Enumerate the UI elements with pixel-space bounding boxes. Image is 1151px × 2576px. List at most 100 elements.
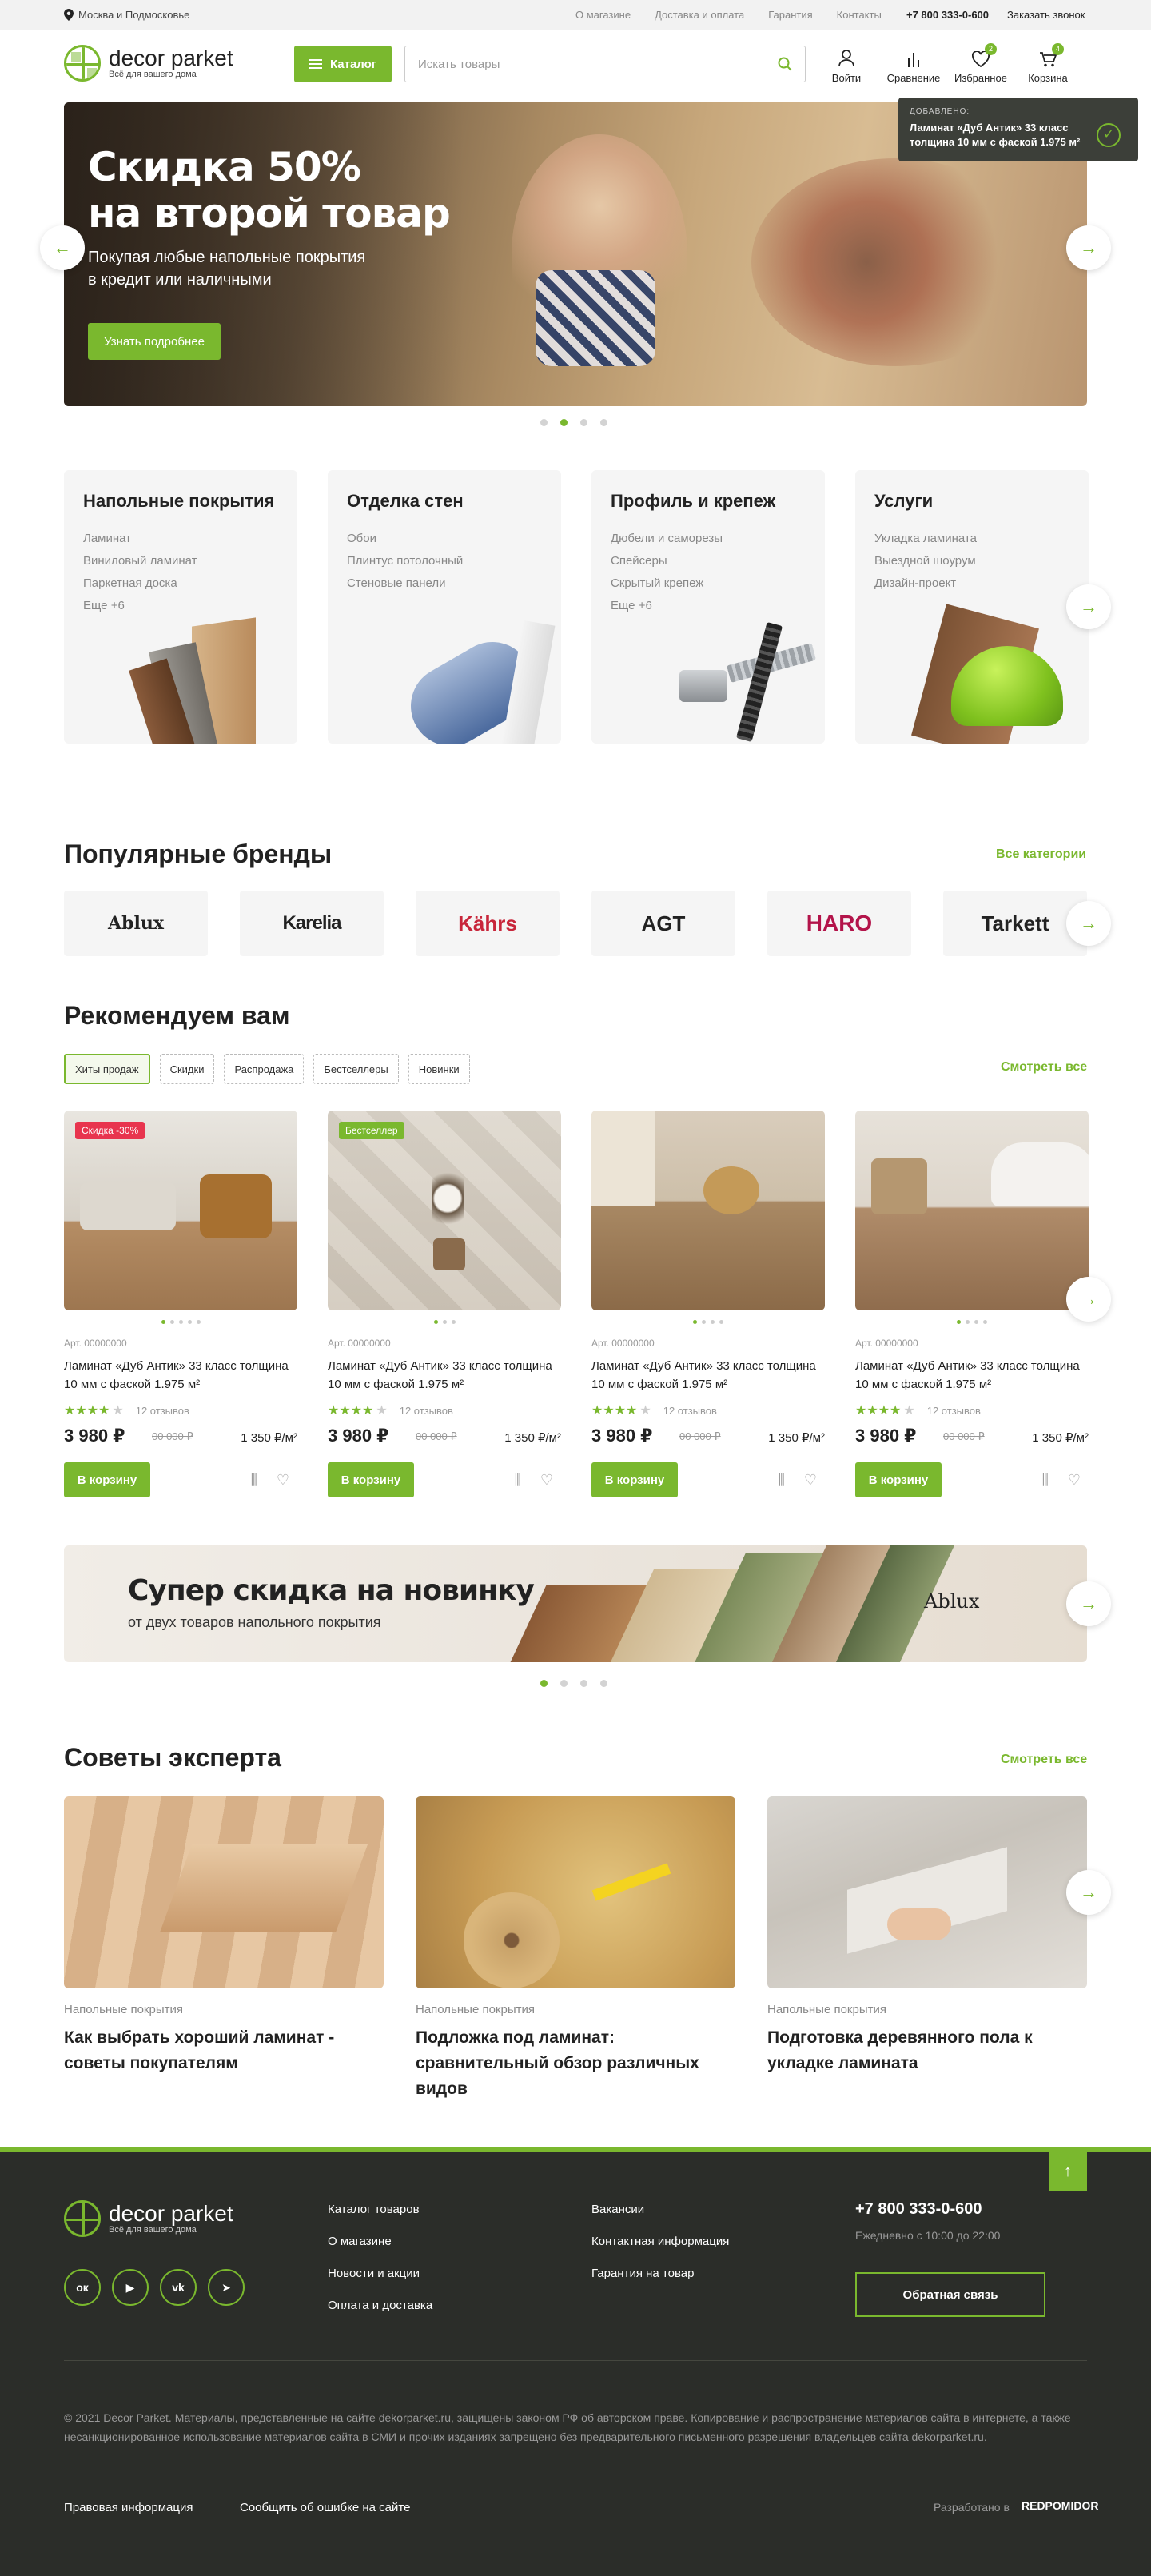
category-link[interactable]: Плинтус потолочный bbox=[347, 550, 463, 572]
product-reviews[interactable]: 12 отзывов bbox=[400, 1405, 453, 1417]
region-selector[interactable]: Москва и Подмосковье bbox=[64, 9, 189, 21]
promo-dot[interactable] bbox=[560, 1680, 568, 1687]
compare-icon[interactable]: ⫼ bbox=[1042, 1472, 1049, 1489]
heart-icon[interactable]: ♡ bbox=[277, 1472, 289, 1489]
recommend-see-all[interactable]: Смотреть все bbox=[1001, 1060, 1087, 1075]
filter-hits[interactable]: Хиты продаж bbox=[64, 1054, 150, 1084]
products-next-button[interactable]: → bbox=[1066, 1277, 1111, 1322]
category-card-floor[interactable]: Напольные покрытия Ламинат Виниловый лам… bbox=[64, 470, 297, 744]
heart-icon[interactable]: ♡ bbox=[1068, 1472, 1081, 1489]
promo-dot[interactable] bbox=[600, 1680, 607, 1687]
youtube-icon[interactable]: ▶ bbox=[112, 2269, 149, 2306]
footer-link-payment[interactable]: Оплата и доставка bbox=[328, 2290, 432, 2322]
article-category[interactable]: Напольные покрытия bbox=[64, 2003, 183, 2016]
scroll-top-button[interactable]: ↑ bbox=[1049, 2152, 1087, 2191]
article-title[interactable]: Как выбрать хороший ламинат - советы пок… bbox=[64, 2025, 384, 2076]
search-icon[interactable] bbox=[778, 57, 792, 71]
product-reviews[interactable]: 12 отзывов bbox=[927, 1405, 981, 1417]
product-reviews[interactable]: 12 отзывов bbox=[663, 1405, 717, 1417]
brand-card[interactable]: Karelia bbox=[240, 891, 384, 956]
filter-discounts[interactable]: Скидки bbox=[159, 1054, 215, 1084]
add-to-cart-button[interactable]: В корзину bbox=[64, 1462, 150, 1497]
article-image[interactable] bbox=[64, 1796, 384, 1988]
article-card[interactable]: Напольные покрытия Подготовка деревянног… bbox=[767, 1796, 1087, 2076]
hero-dot[interactable] bbox=[540, 419, 548, 426]
brand-card[interactable]: HARO bbox=[767, 891, 911, 956]
brand-card[interactable]: AGT bbox=[591, 891, 735, 956]
top-link-contacts[interactable]: Контакты bbox=[837, 9, 882, 21]
category-link[interactable]: Еще +6 bbox=[83, 595, 197, 617]
vk-icon[interactable]: vk bbox=[160, 2269, 197, 2306]
footer-link-warranty[interactable]: Гарантия на товар bbox=[591, 2258, 729, 2290]
articles-next-button[interactable]: → bbox=[1066, 1870, 1111, 1915]
product-name[interactable]: Ламинат «Дуб Антик» 33 класс толщина 10 … bbox=[64, 1357, 297, 1394]
promo-dot-active[interactable] bbox=[540, 1680, 548, 1687]
footer-link-contacts[interactable]: Контактная информация bbox=[591, 2226, 729, 2258]
category-link[interactable]: Ламинат bbox=[83, 528, 197, 550]
callback-link[interactable]: Заказать звонок bbox=[1007, 9, 1085, 21]
add-to-cart-button[interactable]: В корзину bbox=[591, 1462, 678, 1497]
add-to-cart-button[interactable]: В корзину bbox=[328, 1462, 414, 1497]
top-phone[interactable]: +7 800 333-0-600 bbox=[906, 9, 989, 21]
brands-all-link[interactable]: Все категории bbox=[996, 847, 1086, 862]
heart-icon[interactable]: ♡ bbox=[804, 1472, 817, 1489]
expert-see-all[interactable]: Смотреть все bbox=[1001, 1753, 1087, 1767]
category-link[interactable]: Виниловый ламинат bbox=[83, 550, 197, 572]
category-link[interactable]: Стеновые панели bbox=[347, 572, 463, 595]
report-error-link[interactable]: Сообщить об ошибке на сайте bbox=[240, 2501, 410, 2514]
footer-link-about[interactable]: О магазине bbox=[328, 2226, 432, 2258]
hero-dot[interactable] bbox=[580, 419, 587, 426]
product-name[interactable]: Ламинат «Дуб Антик» 33 класс толщина 10 … bbox=[591, 1357, 825, 1394]
product-image[interactable] bbox=[855, 1111, 1089, 1310]
filter-new[interactable]: Новинки bbox=[408, 1054, 470, 1084]
product-reviews[interactable]: 12 отзывов bbox=[136, 1405, 189, 1417]
product-card[interactable]: Скидка -30% Арт. 00000000 Ламинат «Дуб А… bbox=[64, 1111, 297, 1502]
compare-icon[interactable]: ⫼ bbox=[779, 1472, 785, 1489]
footer-phone[interactable]: +7 800 333-0-600 bbox=[855, 2200, 982, 2219]
category-link[interactable]: Дюбели и саморезы bbox=[611, 528, 723, 550]
developer-logo[interactable]: REDPOMIDOR bbox=[1022, 2499, 1098, 2512]
footer-link-jobs[interactable]: Вакансии bbox=[591, 2194, 729, 2226]
article-card[interactable]: Напольные покрытия Как выбрать хороший л… bbox=[64, 1796, 384, 2076]
top-link-warranty[interactable]: Гарантия bbox=[768, 9, 812, 21]
hero-next-button[interactable]: → bbox=[1066, 225, 1111, 270]
promo-dot[interactable] bbox=[580, 1680, 587, 1687]
add-to-cart-button[interactable]: В корзину bbox=[855, 1462, 942, 1497]
categories-next-button[interactable]: → bbox=[1066, 584, 1111, 629]
category-link[interactable]: Обои bbox=[347, 528, 463, 550]
category-link[interactable]: Выездной шоурум bbox=[874, 550, 977, 572]
category-link[interactable]: Спейсеры bbox=[611, 550, 723, 572]
top-link-about[interactable]: О магазине bbox=[576, 9, 631, 21]
category-link[interactable]: Паркетная доска bbox=[83, 572, 197, 595]
category-link[interactable]: Укладка ламината bbox=[874, 528, 977, 550]
product-name[interactable]: Ламинат «Дуб Антик» 33 класс толщина 10 … bbox=[855, 1357, 1089, 1394]
product-image[interactable] bbox=[591, 1111, 825, 1310]
legal-link[interactable]: Правовая информация bbox=[64, 2501, 193, 2514]
footer-link-catalog[interactable]: Каталог товаров bbox=[328, 2194, 432, 2226]
product-name[interactable]: Ламинат «Дуб Антик» 33 класс толщина 10 … bbox=[328, 1357, 561, 1394]
product-card[interactable]: Арт. 00000000 Ламинат «Дуб Антик» 33 кла… bbox=[591, 1111, 825, 1502]
feedback-button[interactable]: Обратная связь bbox=[855, 2272, 1045, 2317]
compare-icon[interactable]: ⫼ bbox=[515, 1472, 521, 1489]
brand-card[interactable]: Kährs bbox=[416, 891, 560, 956]
article-category[interactable]: Напольные покрытия bbox=[416, 2003, 535, 2016]
telegram-icon[interactable]: ➤ bbox=[208, 2269, 245, 2306]
top-link-delivery[interactable]: Доставка и оплата bbox=[655, 9, 744, 21]
compare-icon[interactable]: ⫼ bbox=[251, 1472, 257, 1489]
brands-next-button[interactable]: → bbox=[1066, 901, 1111, 946]
footer-logo[interactable]: decor parket Всё для вашего дома bbox=[64, 2200, 233, 2237]
article-title[interactable]: Подложка под ламинат: сравнительный обзо… bbox=[416, 2025, 735, 2102]
category-card-walls[interactable]: Отделка стен Обои Плинтус потолочный Сте… bbox=[328, 470, 561, 744]
filter-bestsellers[interactable]: Бестселлеры bbox=[313, 1054, 399, 1084]
filter-sale[interactable]: Распродажа bbox=[224, 1054, 305, 1084]
hero-prev-button[interactable]: ← bbox=[40, 225, 85, 270]
hero-dot-active[interactable] bbox=[560, 419, 568, 426]
product-image[interactable]: Скидка -30% bbox=[64, 1111, 297, 1310]
product-card[interactable]: Арт. 00000000 Ламинат «Дуб Антик» 33 кла… bbox=[855, 1111, 1089, 1502]
hero-dot[interactable] bbox=[600, 419, 607, 426]
promo-next-button[interactable]: → bbox=[1066, 1581, 1111, 1626]
favorites-button[interactable]: 2 Избранное bbox=[953, 43, 1009, 84]
heart-icon[interactable]: ♡ bbox=[540, 1472, 553, 1489]
category-link[interactable]: Дизайн-проект bbox=[874, 572, 977, 595]
product-image[interactable]: Бестселлер bbox=[328, 1111, 561, 1310]
